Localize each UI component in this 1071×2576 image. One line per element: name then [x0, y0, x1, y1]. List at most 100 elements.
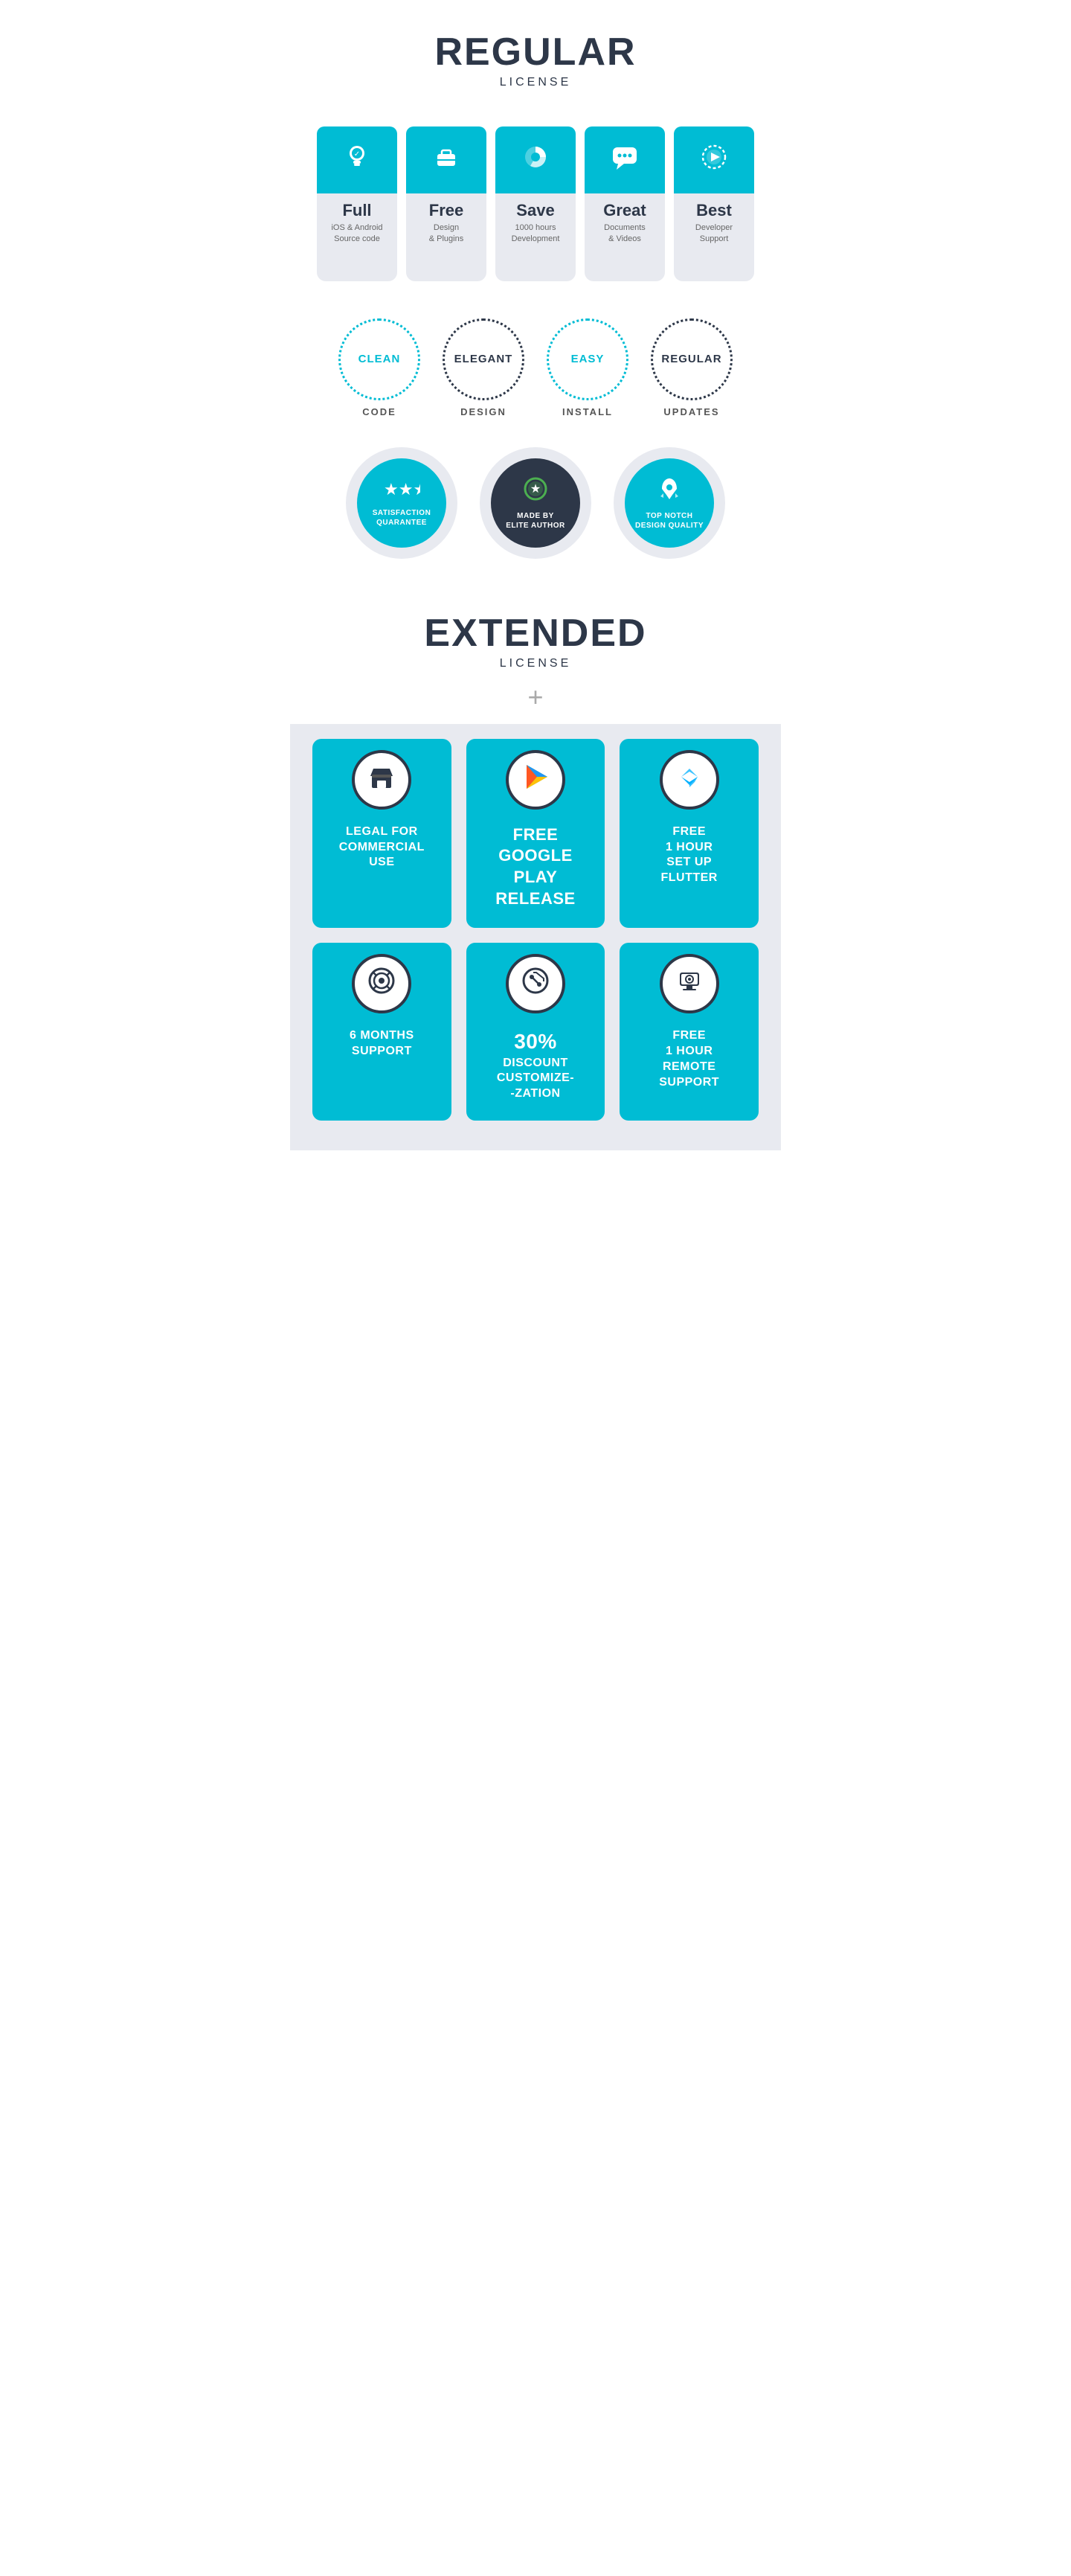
ext-card-title-remote: FREE1 HOURREMOTESUPPORT — [631, 1028, 747, 1090]
card-full: ✓ Full iOS & AndroidSource code — [317, 126, 397, 281]
ext-card-title-discount: 30% — [477, 1028, 594, 1055]
card-top-save — [495, 126, 576, 193]
badges-row: ★★★ SATISFACTIONQUARANTEE ★ MADE BYELITE… — [290, 425, 781, 581]
circle-elegant-ring: ELEGANT — [443, 318, 524, 400]
circle-regular-text: UPDATES — [651, 406, 733, 417]
card-title-full: Full — [323, 201, 391, 220]
badge-text-topnotch: TOP NOTCHDESIGN QUALITY — [635, 511, 704, 531]
ext-card-body-flutter: FREE1 HOURSET UPFLUTTER — [620, 817, 759, 905]
circle-clean-label: CLEAN — [358, 353, 401, 365]
ext-card-googleplay: FREEGOOGLEPLAYRELEASE — [466, 739, 605, 928]
circle-elegant-text: DESIGN — [443, 406, 524, 417]
googleplay-icon — [519, 760, 552, 799]
badge-inner-satisfaction: ★★★ SATISFACTIONQUARANTEE — [357, 458, 446, 548]
card-top-best — [674, 126, 754, 193]
card-top-full: ✓ — [317, 126, 397, 193]
card-title-best: Best — [680, 201, 748, 220]
badge-inner-elite: ★ MADE BYELITE AUTHOR — [491, 458, 580, 548]
circle-elegant-label: ELEGANT — [454, 353, 513, 365]
card-body-save: Save 1000 hoursDevelopment — [495, 193, 576, 246]
circle-regular-ring: REGULAR — [651, 318, 733, 400]
ext-card-title-support: 6 MONTHSSUPPORT — [324, 1028, 440, 1060]
card-fold-great — [585, 246, 665, 268]
ext-card-top-remote — [660, 954, 719, 1013]
ext-card-commercial: LEGAL FORCOMMERCIALUSE — [312, 739, 451, 928]
ext-card-body-discount: 30% DISCOUNTCUSTOMIZE--ZATION — [466, 1021, 605, 1121]
badge-satisfaction: ★★★ SATISFACTIONQUARANTEE — [346, 447, 457, 559]
flutter-icon — [674, 761, 705, 798]
card-fold-free — [406, 246, 486, 268]
bulb-icon: ✓ — [342, 142, 372, 179]
extended-bg: LEGAL FORCOMMERCIALUSE FREEGOOGLEPLAYREL… — [290, 724, 781, 1150]
ext-card-title-commercial: LEGAL FORCOMMERCIALUSE — [324, 824, 440, 871]
chat-icon — [609, 141, 640, 179]
circle-regular: REGULAR UPDATES — [651, 318, 733, 417]
ext-card-body-support: 6 MONTHSSUPPORT — [312, 1021, 451, 1078]
circle-regular-label: REGULAR — [661, 353, 721, 365]
rocket-icon — [656, 475, 683, 508]
card-fold-save — [495, 246, 576, 268]
card-body-best: Best DeveloperSupport — [674, 193, 754, 246]
regular-section: REGULAR LICENSE — [290, 0, 781, 104]
svg-text:✓: ✓ — [354, 150, 360, 158]
support-icon — [366, 965, 397, 1002]
badge-text-satisfaction: SATISFACTIONQUARANTEE — [373, 508, 431, 528]
ext-card-title-flutter: FREE1 HOURSET UPFLUTTER — [631, 824, 747, 886]
circle-elegant: ELEGANT DESIGN — [443, 318, 524, 417]
extended-grid: LEGAL FORCOMMERCIALUSE FREEGOOGLEPLAYREL… — [312, 739, 759, 1121]
circle-clean-ring: CLEAN — [338, 318, 420, 400]
ext-card-top-googleplay — [506, 750, 565, 810]
card-great: Great Documents& Videos — [585, 126, 665, 281]
card-free: Free Design& Plugins — [406, 126, 486, 281]
piechart-icon — [521, 142, 550, 179]
circle-clean: CLEAN CODE — [338, 318, 420, 417]
ext-card-body-googleplay: FREEGOOGLEPLAYRELEASE — [466, 817, 605, 928]
circle-easy-text: INSTALL — [547, 406, 628, 417]
extended-title: EXTENDED — [305, 611, 766, 656]
circle-easy-ring: EASY — [547, 318, 628, 400]
card-title-free: Free — [412, 201, 480, 220]
svg-text:★: ★ — [530, 483, 541, 496]
ext-card-remote: FREE1 HOURREMOTESUPPORT — [620, 943, 759, 1121]
badge-inner-topnotch: TOP NOTCHDESIGN QUALITY — [625, 458, 714, 548]
card-fold-full — [317, 246, 397, 268]
svg-text:★★★: ★★★ — [384, 480, 420, 499]
ext-card-body-commercial: LEGAL FORCOMMERCIALUSE — [312, 817, 451, 889]
card-body-full: Full iOS & AndroidSource code — [317, 193, 397, 246]
card-title-save: Save — [501, 201, 570, 220]
ext-card-discount: 30% DISCOUNTCUSTOMIZE--ZATION — [466, 943, 605, 1121]
card-best: Best DeveloperSupport — [674, 126, 754, 281]
card-desc-great: Documents& Videos — [591, 222, 659, 246]
regular-subtitle: LICENSE — [305, 76, 766, 89]
card-save: Save 1000 hoursDevelopment — [495, 126, 576, 281]
feature-cards-row: ✓ Full iOS & AndroidSource code Free Des… — [290, 104, 781, 289]
dotted-circles-row: CLEAN CODE ELEGANT DESIGN EASY INSTALL R… — [290, 289, 781, 425]
card-top-great — [585, 126, 665, 193]
badge-elite: ★ MADE BYELITE AUTHOR — [480, 447, 591, 559]
regular-title: REGULAR — [305, 30, 766, 74]
card-desc-full: iOS & AndroidSource code — [323, 222, 391, 246]
ext-card-body-remote: FREE1 HOURREMOTESUPPORT — [620, 1021, 759, 1109]
store-icon — [366, 761, 397, 798]
ext-card-top-support — [352, 954, 411, 1013]
medal-icon: ★ — [522, 475, 549, 508]
ext-card-top-discount — [506, 954, 565, 1013]
ext-card-support: 6 MONTHSSUPPORT — [312, 943, 451, 1121]
circle-clean-text: CODE — [338, 406, 420, 417]
card-fold-best — [674, 246, 754, 268]
ext-card-top-commercial — [352, 750, 411, 810]
card-desc-free: Design& Plugins — [412, 222, 480, 246]
discount-icon — [520, 965, 551, 1002]
extended-subtitle: LICENSE — [305, 657, 766, 670]
stars-icon: ★★★ — [383, 478, 420, 505]
briefcase-icon — [431, 142, 461, 179]
play-icon — [698, 141, 730, 179]
card-top-free — [406, 126, 486, 193]
ext-card-top-flutter — [660, 750, 719, 810]
card-body-free: Free Design& Plugins — [406, 193, 486, 246]
card-title-great: Great — [591, 201, 659, 220]
card-desc-best: DeveloperSupport — [680, 222, 748, 246]
remote-icon — [674, 965, 705, 1002]
ext-card-flutter: FREE1 HOURSET UPFLUTTER — [620, 739, 759, 928]
card-desc-save: 1000 hoursDevelopment — [501, 222, 570, 246]
